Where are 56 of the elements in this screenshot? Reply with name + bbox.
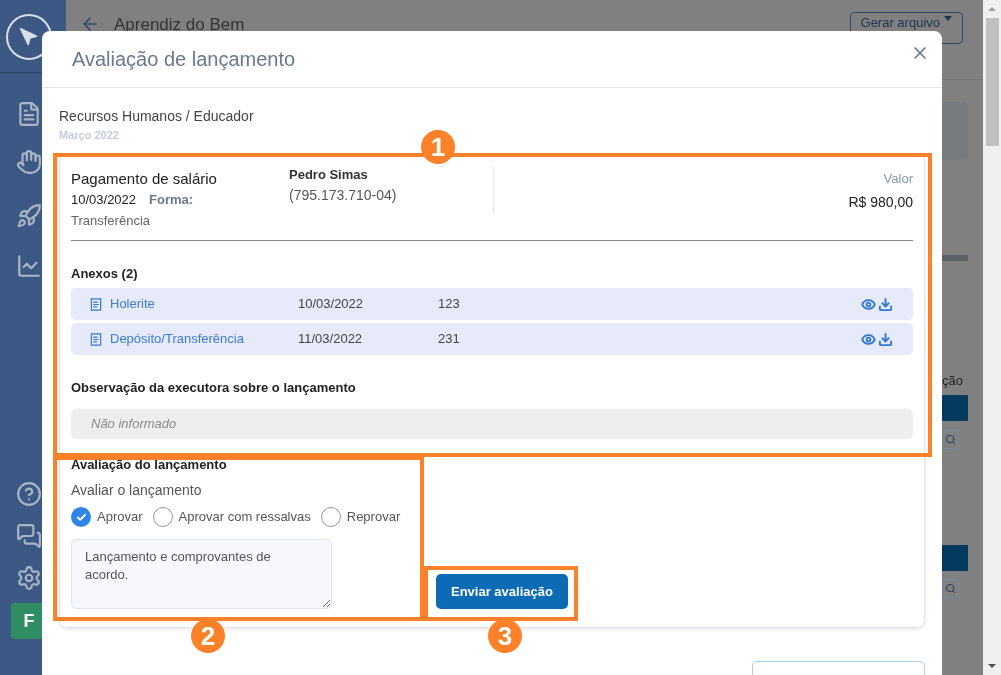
view-icon[interactable]	[861, 331, 876, 347]
attachment-name[interactable]: Holerite	[110, 294, 298, 314]
person-name: Pedro Simas	[289, 166, 369, 184]
entry-date: 10/03/2022	[71, 191, 137, 209]
radio-button[interactable]	[320, 507, 341, 527]
attachment-number: 123	[438, 295, 460, 314]
comment-field[interactable]: Lançamento e comprovantes de acordo.	[71, 539, 332, 609]
search-icon	[945, 434, 956, 445]
settings-icon[interactable]	[16, 565, 42, 591]
period-label: Março 2022	[59, 128, 120, 142]
document-icon[interactable]	[16, 101, 42, 127]
entry-value: R$ 980,00	[848, 193, 913, 212]
radio-option[interactable]: Aprovar com ressalvas	[152, 507, 311, 527]
view-icon[interactable]	[861, 296, 876, 312]
radio-button[interactable]	[71, 507, 91, 527]
hand-icon[interactable]	[16, 149, 42, 175]
entry-title: Pagamento de salário	[71, 169, 218, 189]
table-row	[942, 395, 968, 421]
rocket-icon[interactable]	[16, 203, 42, 229]
check-icon	[75, 511, 87, 523]
observation-field: Não informado	[71, 409, 913, 439]
value-label: Valor	[883, 170, 913, 188]
attachment-row[interactable]: Depósito/Transferência 11/03/2022 231	[71, 323, 913, 355]
help-icon[interactable]	[16, 481, 42, 507]
evaluation-prompt: Avaliar o lançamento	[71, 481, 203, 500]
method-label: Forma:	[149, 191, 194, 209]
attachment-row[interactable]: Holerite 10/03/2022 123	[71, 288, 913, 320]
attachment-number: 231	[438, 330, 460, 349]
column-header: ção	[942, 373, 964, 389]
radio-option[interactable]: Aprovar	[71, 507, 143, 527]
modal-title: Avaliação de lançamento	[72, 47, 296, 72]
attachment-date: 10/03/2022	[298, 295, 365, 314]
submit-button[interactable]: Enviar avaliação	[436, 574, 568, 609]
radio-option[interactable]: Reprovar	[320, 507, 401, 527]
download-icon[interactable]	[878, 331, 893, 347]
table-row	[942, 545, 968, 571]
page-title: Aprendiz do Bem	[114, 14, 245, 36]
search-icon	[945, 583, 956, 594]
background-bar	[942, 255, 968, 261]
evaluation-title: Avaliação do lançamento	[71, 456, 228, 474]
attachment-date: 11/03/2022	[298, 330, 364, 349]
caret-icon	[944, 16, 952, 21]
breadcrumb: Recursos Humanos / Educador	[59, 107, 255, 125]
person-id: (795.173.710-04)	[289, 186, 398, 205]
background-card	[942, 102, 968, 160]
chart-icon[interactable]	[16, 253, 42, 279]
payment-method: Transferência	[71, 212, 151, 230]
radio-button[interactable]	[152, 507, 173, 527]
receipt-icon	[89, 331, 103, 347]
receipt-icon	[89, 296, 103, 312]
attachment-name[interactable]: Depósito/Transferência	[110, 329, 298, 349]
chat-icon[interactable]	[16, 523, 42, 549]
attachments-title: Anexos (2)	[71, 265, 139, 283]
download-icon[interactable]	[878, 296, 893, 312]
scrollbar[interactable]	[983, 0, 1001, 675]
observation-title: Observação da executora sobre o lançamento	[71, 379, 357, 397]
